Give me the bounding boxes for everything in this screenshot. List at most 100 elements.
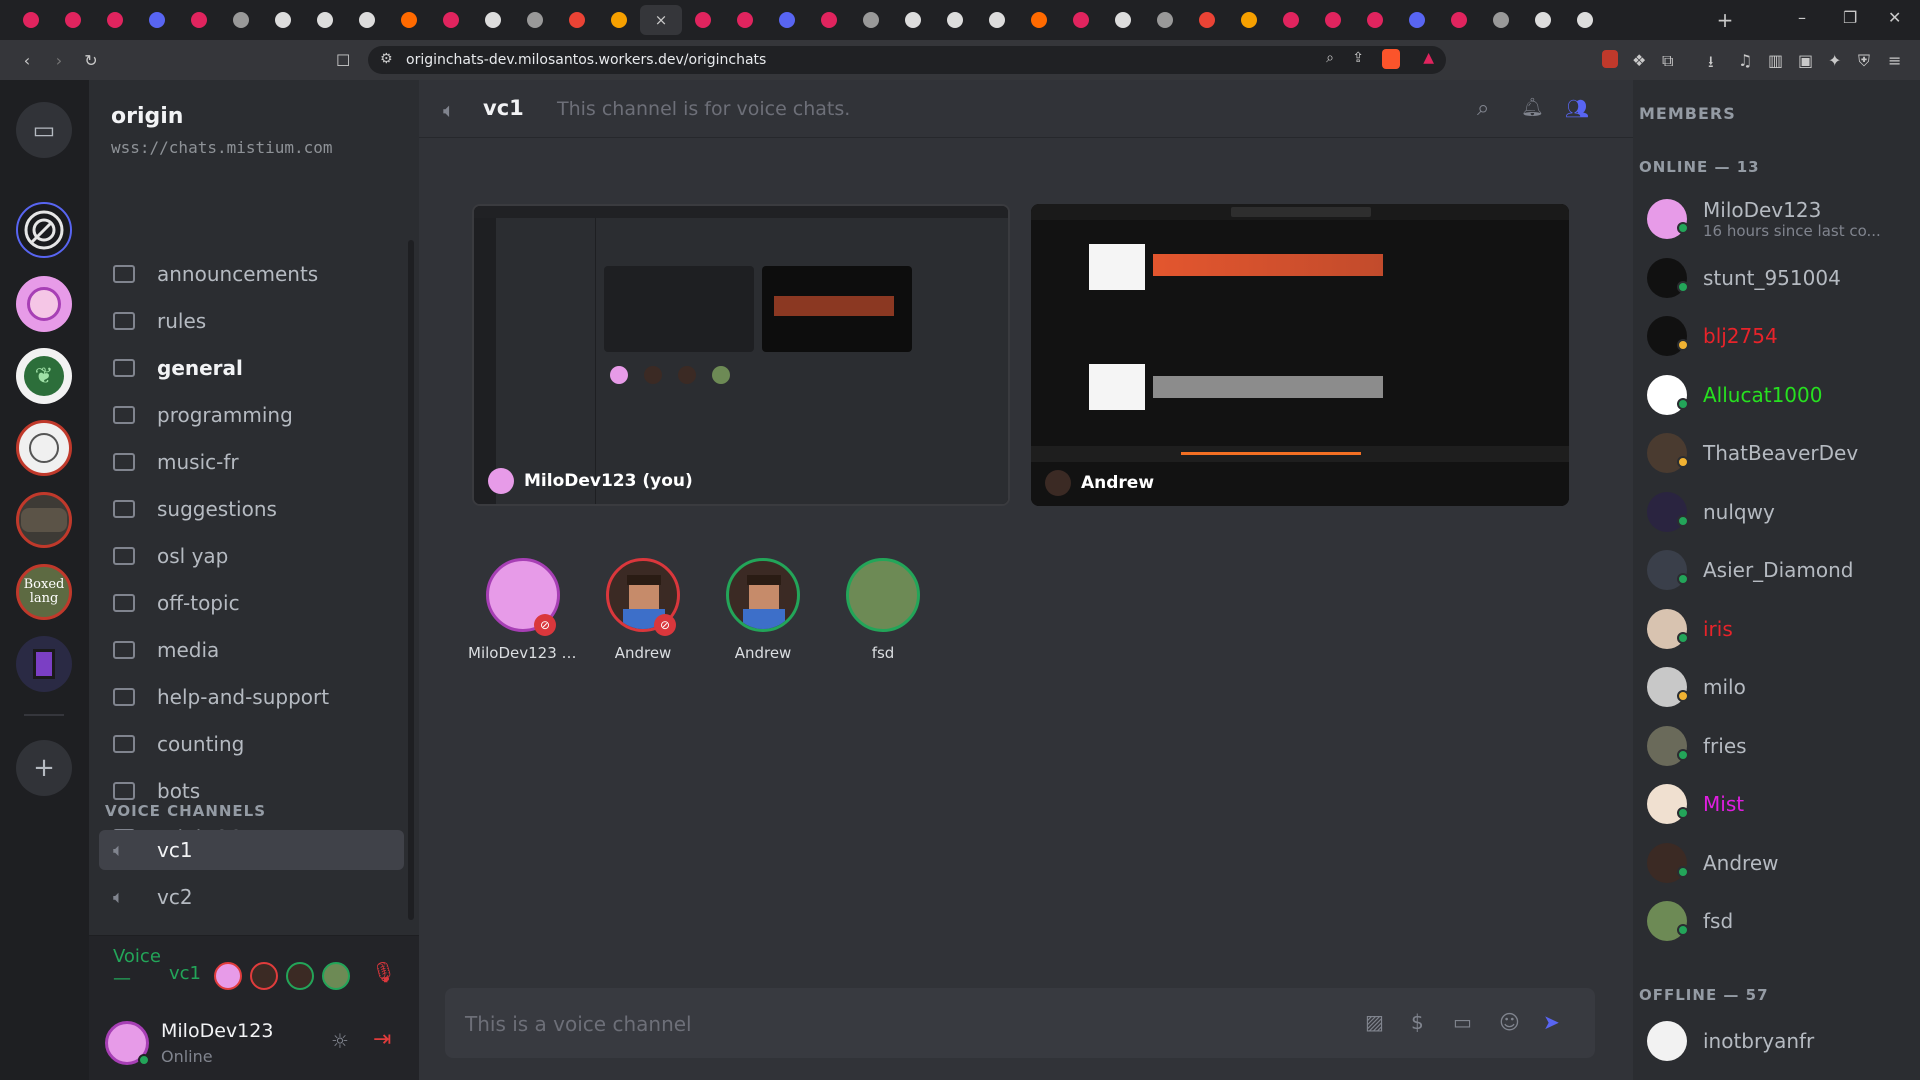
sun-icon[interactable]: ☼ [331, 1029, 349, 1053]
send-icon[interactable]: ➤ [1543, 1010, 1560, 1034]
member-item[interactable]: iris [1647, 602, 1917, 656]
channel-item[interactable]: help-and-support [99, 677, 404, 717]
browser-tab[interactable] [1564, 5, 1606, 35]
browser-tab[interactable] [220, 5, 262, 35]
member-item[interactable]: Mist [1647, 777, 1917, 831]
channel-item[interactable]: general [99, 348, 404, 388]
share-icon[interactable]: ⇪ [1352, 50, 1364, 66]
browser-tab[interactable] [472, 5, 514, 35]
browser-tab[interactable] [304, 5, 346, 35]
wallet-icon[interactable]: ▣ [1798, 51, 1813, 70]
member-item[interactable]: Andrew [1647, 836, 1917, 890]
browser-tab[interactable] [262, 5, 304, 35]
browser-tab[interactable] [976, 5, 1018, 35]
channel-item[interactable]: off-topic [99, 583, 404, 623]
member-item[interactable]: nulqwy [1647, 485, 1917, 539]
channel-scrollbar[interactable] [408, 240, 414, 920]
browser-tab[interactable] [1312, 5, 1354, 35]
browser-tab[interactable] [52, 5, 94, 35]
channel-item[interactable]: osl yap [99, 536, 404, 576]
close-window-button[interactable]: ✕ [1888, 8, 1901, 27]
stream-tile-andrew[interactable]: Andrew [1031, 204, 1569, 506]
menu-icon[interactable]: ≡ [1888, 51, 1901, 70]
vpn-icon[interactable]: ⛨ [1858, 51, 1870, 71]
browser-tab[interactable] [766, 5, 808, 35]
browser-tab[interactable] [1144, 5, 1186, 35]
extensions-icon[interactable]: ❖ [1632, 51, 1646, 70]
voice-channel-item[interactable]: 🔈︎ vc1 [99, 830, 404, 870]
brave-rewards-icon[interactable]: ▲ [1423, 50, 1434, 66]
restore-button[interactable]: ❐ [1843, 8, 1857, 27]
gif-icon[interactable]: ▭ [1453, 1010, 1472, 1034]
dollar-icon[interactable]: $ [1411, 1010, 1424, 1034]
reload-icon[interactable]: ↻ [78, 51, 104, 70]
browser-tab[interactable] [1060, 5, 1102, 35]
voice-participant[interactable]: fsd [828, 558, 938, 662]
channel-item[interactable]: music-fr [99, 442, 404, 482]
sidebar-icon[interactable]: ▥ [1768, 51, 1783, 70]
server-sketch[interactable] [16, 420, 72, 476]
leo-icon[interactable]: ✦ [1828, 51, 1841, 70]
forward-icon[interactable]: › [46, 51, 72, 70]
browser-tab[interactable] [892, 5, 934, 35]
new-tab-button[interactable]: + [1710, 8, 1740, 32]
member-item[interactable]: inotbryanfr [1647, 1014, 1917, 1068]
zoom-icon[interactable]: ⌕ [1326, 50, 1334, 66]
add-server-button[interactable]: + [16, 740, 72, 796]
browser-tab[interactable] [178, 5, 220, 35]
browser-tab[interactable] [1354, 5, 1396, 35]
member-item[interactable]: fsd [1647, 894, 1917, 948]
browser-tab[interactable] [1186, 5, 1228, 35]
browser-tab[interactable] [682, 5, 724, 35]
channel-item[interactable]: media [99, 630, 404, 670]
member-item[interactable]: Asier_Diamond [1647, 543, 1917, 597]
server-origin[interactable] [16, 202, 72, 258]
stream-tile-self[interactable]: MiloDev123 (you) [472, 204, 1010, 506]
browser-tab[interactable] [598, 5, 640, 35]
browser-tab[interactable] [850, 5, 892, 35]
member-item[interactable]: Allucat1000 [1647, 368, 1917, 422]
channel-item[interactable]: suggestions [99, 489, 404, 529]
browser-tab[interactable] [430, 5, 472, 35]
channel-item[interactable]: announcements [99, 254, 404, 294]
logout-icon[interactable]: ⇥ [373, 1027, 391, 1052]
members-icon[interactable]: 👥︎ [1565, 97, 1589, 120]
browser-tab[interactable] [1228, 5, 1270, 35]
tab-search-icon[interactable]: ⧉ [1662, 51, 1673, 71]
browser-tab[interactable] [934, 5, 976, 35]
server-leaf[interactable]: ❦ [16, 348, 72, 404]
close-tab-icon[interactable]: × [655, 11, 668, 29]
bookmark-icon[interactable]: ☐ [336, 51, 350, 70]
member-item[interactable]: ThatBeaverDev [1647, 426, 1917, 480]
media-icon[interactable]: ♫ [1738, 51, 1752, 70]
server-boxed-lang[interactable]: Boxed lang [16, 564, 72, 620]
browser-tab[interactable] [808, 5, 850, 35]
browser-tab[interactable] [514, 5, 556, 35]
direct-messages-button[interactable]: ▭ [16, 102, 72, 158]
download-icon[interactable]: ⭳ [1708, 51, 1714, 78]
browser-tab[interactable] [388, 5, 430, 35]
browser-tab[interactable]: × [640, 5, 682, 35]
ublock-icon[interactable] [1602, 50, 1618, 68]
browser-tab[interactable] [724, 5, 766, 35]
address-bar[interactable]: ⚙ originchats-dev.milosantos.workers.dev… [368, 46, 1446, 74]
message-composer[interactable]: This is a voice channel ▨ $ ▭ ☺ ➤ [445, 988, 1595, 1058]
voice-participant[interactable]: ⊘ Andrew [588, 558, 698, 662]
browser-tab[interactable] [1438, 5, 1480, 35]
member-item[interactable]: stunt_951004 [1647, 251, 1917, 305]
channel-item[interactable]: programming [99, 395, 404, 435]
browser-tab[interactable] [1480, 5, 1522, 35]
minimize-button[interactable]: – [1798, 8, 1806, 27]
bell-icon[interactable]: 🔔︎ [1521, 97, 1544, 118]
browser-tab[interactable] [346, 5, 388, 35]
voice-participant[interactable]: Andrew [708, 558, 818, 662]
member-item[interactable]: fries [1647, 719, 1917, 773]
member-item[interactable]: blj2754 [1647, 309, 1917, 363]
browser-tab[interactable] [1018, 5, 1060, 35]
avatar[interactable] [105, 1021, 150, 1066]
browser-tab[interactable] [10, 5, 52, 35]
voice-channel-item[interactable]: 🔈︎ vc2 [99, 877, 404, 917]
emoji-icon[interactable]: ☺ [1499, 1010, 1520, 1034]
server-portal[interactable] [16, 636, 72, 692]
channel-item[interactable]: rules [99, 301, 404, 341]
